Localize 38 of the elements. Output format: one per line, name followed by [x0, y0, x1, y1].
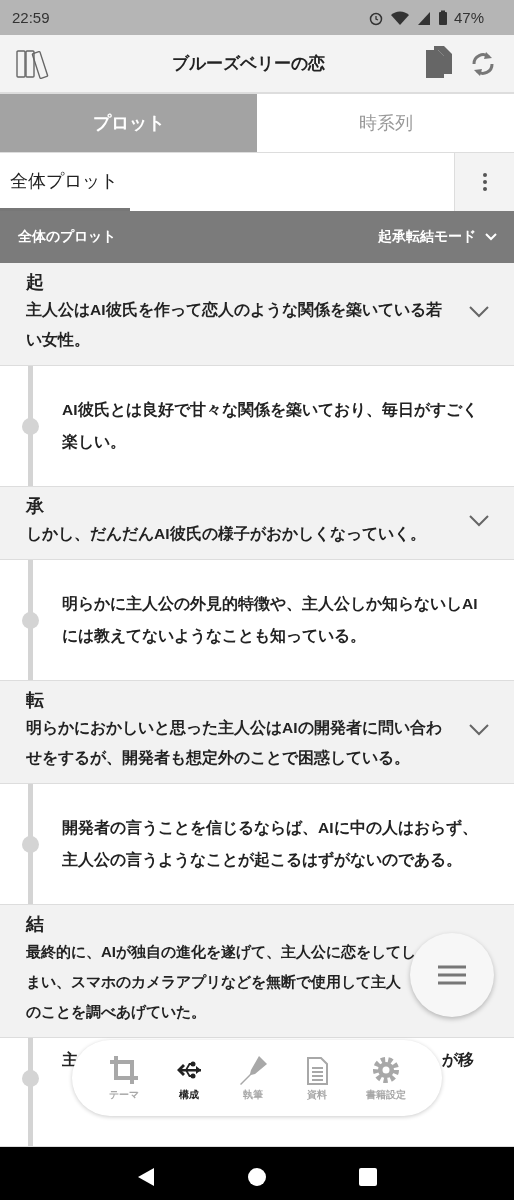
chevron-down-icon[interactable]	[468, 514, 490, 528]
sync-icon[interactable]	[470, 49, 496, 78]
plot-text: が移	[442, 1050, 474, 1070]
home-icon[interactable]	[248, 1168, 266, 1186]
section-heading: 承	[26, 495, 45, 518]
section-summary: 明らかにおかしいと思った主人公はAIの開発者に問い合わせをするが、開発者も想定外のことで困惑している。	[26, 718, 443, 768]
more-icon	[482, 173, 487, 191]
section-summary-line: のことを調べあげていた。	[26, 1002, 206, 1022]
section-heading: 結	[26, 913, 45, 936]
section-summary: 主人公はAI彼氏を作って恋人のような関係を築いている若い女性。	[26, 300, 443, 350]
section-heading: 転	[26, 689, 45, 712]
section-header[interactable]: 転 明らかにおかしいと思った主人公はAIの開発者に問い合わせをするが、開発者も想定外のことで困惑している。	[0, 681, 514, 784]
nav-item[interactable]: 構成	[172, 1054, 205, 1102]
wifi-icon	[389, 9, 410, 26]
plot-text: 主	[62, 1050, 78, 1070]
plot-text: 開発者の言うことを信じるならば、AIに中の人はおらず、主人公の言うようなことが起こるはずがないのである。	[62, 818, 479, 871]
chevron-down-icon	[484, 232, 498, 242]
app-title: ブルーズベリーの恋	[170, 53, 326, 75]
battery-icon	[437, 9, 448, 26]
crop-icon	[108, 1054, 141, 1086]
chevron-down-icon[interactable]	[468, 723, 490, 737]
menu-icon	[438, 965, 466, 985]
chevron-down-icon[interactable]	[468, 305, 490, 319]
battery-percent: 47%	[453, 9, 484, 26]
section-header[interactable]: 結 最終的に、AIが独自の進化を遂げて、主人公に恋をしてし まい、スマホのカメラアプリなどを無断で使用して主人 のことを調べあげていた。	[0, 905, 514, 1038]
plot-text: AI彼氏とは良好で甘々な関係を築いており、毎日がすごく楽しい。	[62, 400, 479, 452]
section-summary-line: 最終的に、AIが独自の進化を遂げて、主人公に恋をしてし	[26, 942, 416, 962]
section-summary-line: まい、スマホのカメラアプリなどを無断で使用して主人	[26, 972, 401, 992]
section-header[interactable]: 承 しかし、だんだんAI彼氏の様子がおかしくなっていく。	[0, 487, 514, 560]
back-icon[interactable]	[136, 1167, 155, 1187]
mode-dropdown[interactable]: 起承転結モード	[372, 227, 504, 247]
recents-icon[interactable]	[359, 1168, 378, 1186]
section-header[interactable]: 起 主人公はAI彼氏を作って恋人のような関係を築いている若い女性。	[0, 263, 514, 366]
status-time: 22:59	[12, 9, 50, 26]
section-summary: しかし、だんだんAI彼氏の様子がおかしくなっていく。	[26, 524, 427, 545]
section-heading: 起	[26, 271, 45, 294]
plot-text: 明らかに主人公の外見的特徴や、主人公しか知らないしAIには教えてないようなことも知っている。	[62, 594, 479, 647]
section-title: 全体のプロット	[18, 228, 116, 246]
